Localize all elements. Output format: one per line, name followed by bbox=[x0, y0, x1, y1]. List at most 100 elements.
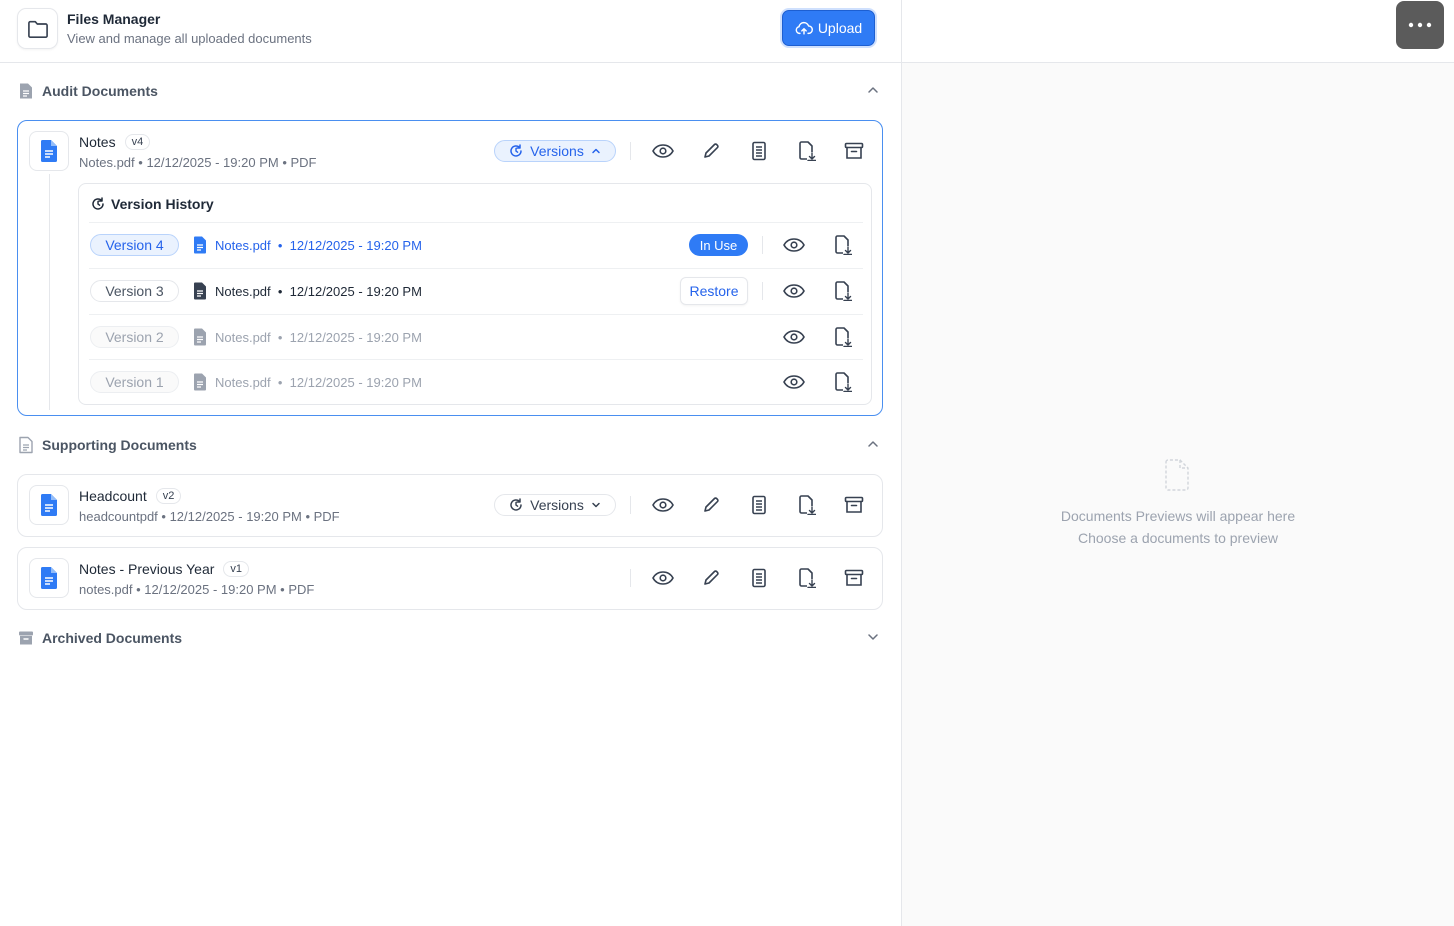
archive-icon[interactable] bbox=[842, 493, 866, 517]
chevron-down-icon[interactable] bbox=[866, 630, 880, 644]
document-card-headcount[interactable]: Headcount v2 headcountpdf • 12/12/2025 -… bbox=[17, 474, 883, 537]
file-date: 12/12/2025 - 19:20 PM bbox=[289, 283, 422, 299]
version-history-panel: Version History Version 4 Notes.pdf • 12… bbox=[78, 183, 872, 405]
file-date: 12/12/2025 - 19:20 PM bbox=[144, 582, 277, 597]
history-icon bbox=[91, 197, 105, 211]
download-file-icon[interactable] bbox=[795, 493, 819, 517]
restore-button[interactable]: Restore bbox=[680, 277, 748, 305]
section-archived-documents[interactable]: Archived Documents bbox=[18, 626, 884, 650]
file-date: 12/12/2025 - 19:20 PM bbox=[289, 237, 422, 253]
download-file-icon[interactable] bbox=[795, 139, 819, 163]
upload-button[interactable]: Upload bbox=[782, 10, 875, 46]
chevron-up-icon[interactable] bbox=[866, 83, 880, 97]
download-file-icon[interactable] bbox=[831, 325, 855, 349]
pdf-file-icon bbox=[193, 236, 207, 254]
pencil-icon[interactable] bbox=[699, 566, 723, 590]
divider bbox=[762, 236, 763, 254]
file-icon bbox=[193, 328, 207, 346]
section-audit-documents[interactable]: Audit Documents bbox=[18, 79, 884, 103]
section-label: Supporting Documents bbox=[42, 437, 197, 453]
version-row[interactable]: Version 1 Notes.pdf • 12/12/2025 - 19:20… bbox=[89, 359, 863, 404]
document-meta: notes.pdf • 12/12/2025 - 19:20 PM • PDF bbox=[79, 582, 315, 597]
version-pill: Version 2 bbox=[90, 326, 179, 348]
file-date: 12/12/2025 - 19:20 PM bbox=[146, 155, 279, 170]
document-meta: Notes.pdf • 12/12/2025 - 19:20 PM • PDF bbox=[79, 155, 317, 170]
document-name: Headcount v2 bbox=[79, 488, 182, 504]
details-icon[interactable] bbox=[747, 493, 771, 517]
file-type: PDF bbox=[290, 155, 317, 170]
details-icon[interactable] bbox=[747, 566, 771, 590]
file-name: Notes.pdf bbox=[215, 374, 271, 390]
divider bbox=[630, 142, 631, 160]
document-title: Headcount bbox=[79, 488, 147, 504]
archive-icon[interactable] bbox=[842, 566, 866, 590]
version-pill: Version 3 bbox=[90, 280, 179, 302]
details-icon[interactable] bbox=[747, 139, 771, 163]
file-type: PDF bbox=[313, 509, 340, 524]
eye-icon[interactable] bbox=[782, 279, 806, 303]
files-panel: Files Manager View and manage all upload… bbox=[0, 0, 902, 926]
chevron-up-icon[interactable] bbox=[866, 437, 880, 451]
file-icon bbox=[193, 373, 207, 391]
files-header: Files Manager View and manage all upload… bbox=[0, 0, 901, 63]
file-type: PDF bbox=[288, 582, 315, 597]
file-name: Notes.pdf bbox=[79, 155, 135, 170]
document-outline-icon bbox=[18, 436, 34, 454]
app-title: Files Manager bbox=[67, 11, 161, 27]
document-icon bbox=[18, 82, 34, 100]
empty-file-icon bbox=[1164, 459, 1190, 491]
file-date: 12/12/2025 - 19:20 PM bbox=[169, 509, 302, 524]
divider bbox=[762, 282, 763, 300]
versions-toggle-button[interactable]: Versions bbox=[494, 494, 616, 516]
version-row[interactable]: Version 2 Notes.pdf • 12/12/2025 - 19:20… bbox=[89, 314, 863, 359]
upload-label: Upload bbox=[817, 20, 863, 36]
version-file: Notes.pdf • 12/12/2025 - 19:20 PM bbox=[193, 236, 422, 254]
version-badge: v2 bbox=[155, 488, 182, 504]
versions-label: Versions bbox=[530, 497, 584, 513]
file-name: notes.pdf bbox=[79, 582, 133, 597]
folder-icon bbox=[17, 8, 58, 49]
version-row[interactable]: Version 3 Notes.pdf • 12/12/2025 - 19:20… bbox=[89, 268, 863, 313]
eye-icon[interactable] bbox=[782, 325, 806, 349]
versions-label: Versions bbox=[530, 143, 584, 159]
document-name: Notes - Previous Year v1 bbox=[79, 561, 250, 577]
versions-toggle-button[interactable]: Versions bbox=[494, 140, 616, 162]
more-options-button[interactable] bbox=[1396, 1, 1444, 49]
eye-icon[interactable] bbox=[782, 233, 806, 257]
document-card-notes[interactable]: Notes v4 Notes.pdf • 12/12/2025 - 19:20 … bbox=[17, 120, 883, 416]
version-history-title: Version History bbox=[91, 196, 214, 212]
document-card-notes-previous-year[interactable]: Notes - Previous Year v1 notes.pdf • 12/… bbox=[17, 547, 883, 610]
eye-icon[interactable] bbox=[651, 139, 675, 163]
version-pill: Version 1 bbox=[90, 371, 179, 393]
pdf-file-icon bbox=[29, 485, 69, 525]
version-file: Notes.pdf • 12/12/2025 - 19:20 PM bbox=[193, 328, 422, 346]
preview-panel: Documents Previews will appear here Choo… bbox=[902, 0, 1454, 926]
version-file: Notes.pdf • 12/12/2025 - 19:20 PM bbox=[193, 373, 422, 391]
document-title: Notes bbox=[79, 134, 116, 150]
version-pill: Version 4 bbox=[90, 234, 179, 256]
version-badge: v1 bbox=[223, 561, 250, 577]
preview-empty-subtitle: Choose a documents to preview bbox=[1078, 530, 1278, 546]
tree-line bbox=[49, 174, 50, 410]
eye-icon[interactable] bbox=[782, 370, 806, 394]
app-subtitle: View and manage all uploaded documents bbox=[67, 31, 312, 46]
version-row[interactable]: Version 4 Notes.pdf • 12/12/2025 - 19:20… bbox=[89, 222, 863, 267]
archive-icon[interactable] bbox=[842, 139, 866, 163]
download-file-icon[interactable] bbox=[831, 370, 855, 394]
section-label: Archived Documents bbox=[42, 630, 183, 646]
file-date: 12/12/2025 - 19:20 PM bbox=[289, 374, 422, 390]
download-file-icon[interactable] bbox=[831, 279, 855, 303]
section-supporting-documents[interactable]: Supporting Documents bbox=[18, 433, 884, 457]
pdf-file-icon bbox=[29, 558, 69, 598]
pencil-icon[interactable] bbox=[699, 493, 723, 517]
history-icon bbox=[509, 144, 523, 158]
preview-empty-title: Documents Previews will appear here bbox=[1060, 508, 1296, 524]
eye-icon[interactable] bbox=[651, 493, 675, 517]
file-name: headcountpdf bbox=[79, 509, 158, 524]
download-file-icon[interactable] bbox=[831, 233, 855, 257]
download-file-icon[interactable] bbox=[795, 566, 819, 590]
archive-folder-icon bbox=[18, 630, 34, 646]
eye-icon[interactable] bbox=[651, 566, 675, 590]
pencil-icon[interactable] bbox=[699, 139, 723, 163]
more-dots-icon bbox=[1407, 20, 1433, 30]
